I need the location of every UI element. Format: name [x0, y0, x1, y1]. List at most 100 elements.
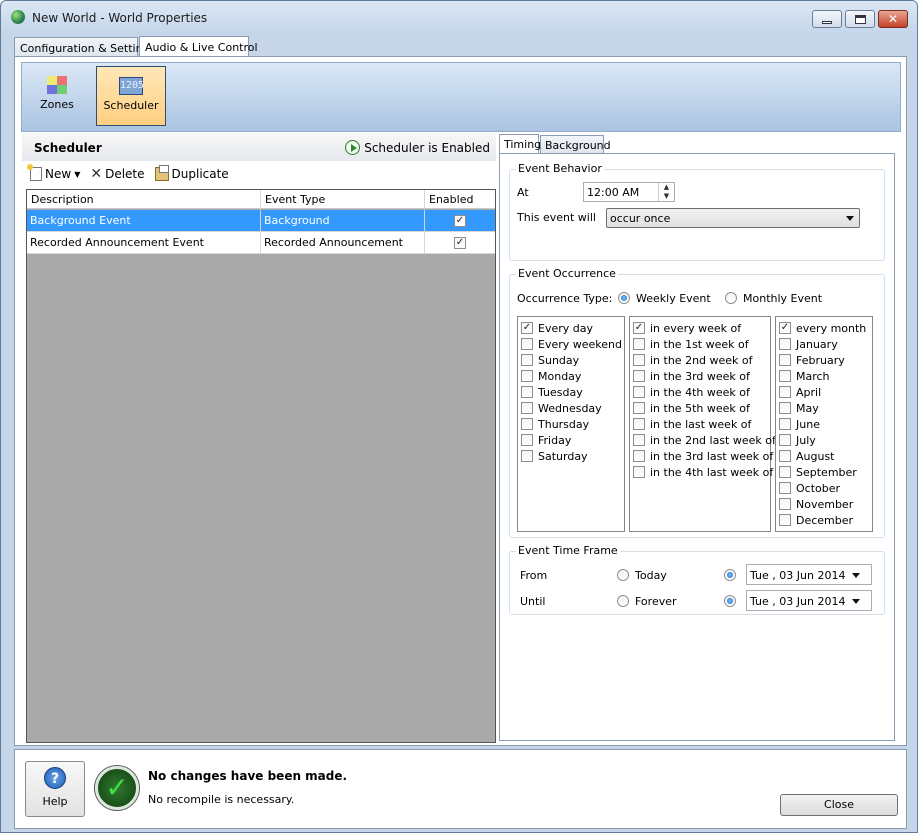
month-item[interactable]: October	[779, 480, 840, 496]
day-item[interactable]: Friday	[521, 432, 571, 448]
week-checkbox[interactable]	[633, 434, 645, 446]
tab-audio-live-control[interactable]: Audio & Live Control	[139, 36, 258, 57]
until-date-picker[interactable]: Tue , 03 Jun 2014	[746, 590, 872, 611]
day-checkbox[interactable]	[521, 386, 533, 398]
column-description[interactable]: Description	[27, 190, 261, 209]
week-item[interactable]: in the 4th week of	[633, 384, 750, 400]
month-checkbox[interactable]	[779, 450, 791, 462]
month-item[interactable]: June	[779, 416, 820, 432]
month-item[interactable]: July	[779, 432, 816, 448]
day-checkbox[interactable]: ✓	[521, 322, 533, 334]
tab-background[interactable]: Background	[540, 135, 611, 154]
forever-radio[interactable]	[617, 595, 629, 607]
enabled-checkbox[interactable]: ✓	[454, 237, 466, 249]
scheduler-button[interactable]: 1205 Scheduler	[96, 66, 166, 126]
monthly-event-radio[interactable]	[725, 292, 737, 304]
month-item[interactable]: March	[779, 368, 830, 384]
month-item[interactable]: ✓ every month	[779, 320, 866, 336]
day-checkbox[interactable]	[521, 338, 533, 350]
month-checkbox[interactable]	[779, 498, 791, 510]
from-date-radio[interactable]	[724, 569, 736, 581]
scheduler-status[interactable]: Scheduler is Enabled	[345, 140, 490, 155]
week-checkbox[interactable]	[633, 386, 645, 398]
table-row[interactable]: Background Event Background ✓	[27, 210, 495, 232]
table-row[interactable]: Recorded Announcement Event Recorded Ann…	[27, 232, 495, 254]
week-item[interactable]: in the 3rd last week of	[633, 448, 773, 464]
month-checkbox[interactable]	[779, 338, 791, 350]
day-item[interactable]: Tuesday	[521, 384, 583, 400]
today-radio[interactable]	[617, 569, 629, 581]
month-checkbox[interactable]	[779, 354, 791, 366]
week-checkbox[interactable]	[633, 354, 645, 366]
month-item[interactable]: August	[779, 448, 835, 464]
month-checkbox[interactable]	[779, 434, 791, 446]
month-checkbox[interactable]	[779, 418, 791, 430]
column-enabled[interactable]: Enabled	[425, 190, 495, 209]
week-item[interactable]: in the 2nd week of	[633, 352, 753, 368]
duplicate-button[interactable]: Duplicate	[154, 165, 229, 181]
day-checkbox[interactable]	[521, 354, 533, 366]
week-item[interactable]: in the 4th last week of	[633, 464, 773, 480]
help-button[interactable]: ? Help	[25, 761, 85, 817]
week-checkbox[interactable]	[633, 370, 645, 382]
minimize-button[interactable]	[812, 10, 842, 28]
month-checkbox[interactable]	[779, 466, 791, 478]
month-item[interactable]: February	[779, 352, 845, 368]
day-item[interactable]: Monday	[521, 368, 581, 384]
day-item[interactable]: Wednesday	[521, 400, 602, 416]
weekly-event-radio[interactable]	[618, 292, 630, 304]
delete-button[interactable]: ✕ Delete	[90, 166, 144, 182]
chevron-down-icon[interactable]: ▼	[74, 170, 80, 179]
day-checkbox[interactable]	[521, 450, 533, 462]
week-checkbox[interactable]	[633, 338, 645, 350]
week-item[interactable]: in the 1st week of	[633, 336, 749, 352]
chevron-down-icon	[846, 216, 854, 221]
week-checkbox[interactable]	[633, 418, 645, 430]
from-date-picker[interactable]: Tue , 03 Jun 2014	[746, 564, 872, 585]
new-button[interactable]: New ▼	[27, 164, 80, 181]
day-checkbox[interactable]	[521, 370, 533, 382]
week-item[interactable]: in the 5th week of	[633, 400, 750, 416]
month-item[interactable]: May	[779, 400, 819, 416]
day-item[interactable]: Thursday	[521, 416, 589, 432]
spin-arrows-icon[interactable]: ▲ ▼	[658, 183, 674, 201]
status-message: No changes have been made.	[148, 769, 348, 783]
month-checkbox[interactable]	[779, 402, 791, 414]
month-checkbox[interactable]	[779, 514, 791, 526]
week-checkbox[interactable]	[633, 466, 645, 478]
week-item[interactable]: in the last week of	[633, 416, 751, 432]
column-event-type[interactable]: Event Type	[261, 190, 425, 209]
tab-configuration-settings[interactable]: Configuration & Settings	[14, 37, 155, 57]
month-checkbox[interactable]	[779, 370, 791, 382]
week-checkbox[interactable]	[633, 402, 645, 414]
maximize-button[interactable]	[845, 10, 875, 28]
week-checkbox[interactable]	[633, 450, 645, 462]
tab-timing[interactable]: Timing	[499, 134, 541, 154]
until-date-radio[interactable]	[724, 595, 736, 607]
month-checkbox[interactable]	[779, 482, 791, 494]
month-checkbox[interactable]: ✓	[779, 322, 791, 334]
day-checkbox[interactable]	[521, 418, 533, 430]
event-will-select[interactable]: occur once	[606, 208, 860, 228]
month-item[interactable]: December	[779, 512, 853, 528]
month-item[interactable]: September	[779, 464, 857, 480]
week-checkbox[interactable]: ✓	[633, 322, 645, 334]
zones-button[interactable]: Zones	[22, 66, 92, 126]
day-item[interactable]: ✓ Every day	[521, 320, 593, 336]
enabled-checkbox[interactable]: ✓	[454, 215, 466, 227]
close-window-button[interactable]: ✕	[878, 10, 908, 28]
week-item[interactable]: in the 2nd last week of	[633, 432, 776, 448]
month-item[interactable]: November	[779, 496, 853, 512]
day-checkbox[interactable]	[521, 434, 533, 446]
month-item[interactable]: January	[779, 336, 838, 352]
week-item[interactable]: in the 3rd week of	[633, 368, 750, 384]
time-spinner[interactable]: 12:00 AM ▲ ▼	[583, 182, 675, 202]
close-button[interactable]: Close	[780, 794, 898, 816]
day-item[interactable]: Every weekend	[521, 336, 622, 352]
day-checkbox[interactable]	[521, 402, 533, 414]
month-checkbox[interactable]	[779, 386, 791, 398]
month-item[interactable]: April	[779, 384, 821, 400]
day-item[interactable]: Saturday	[521, 448, 588, 464]
day-item[interactable]: Sunday	[521, 352, 579, 368]
week-item[interactable]: ✓ in every week of	[633, 320, 741, 336]
